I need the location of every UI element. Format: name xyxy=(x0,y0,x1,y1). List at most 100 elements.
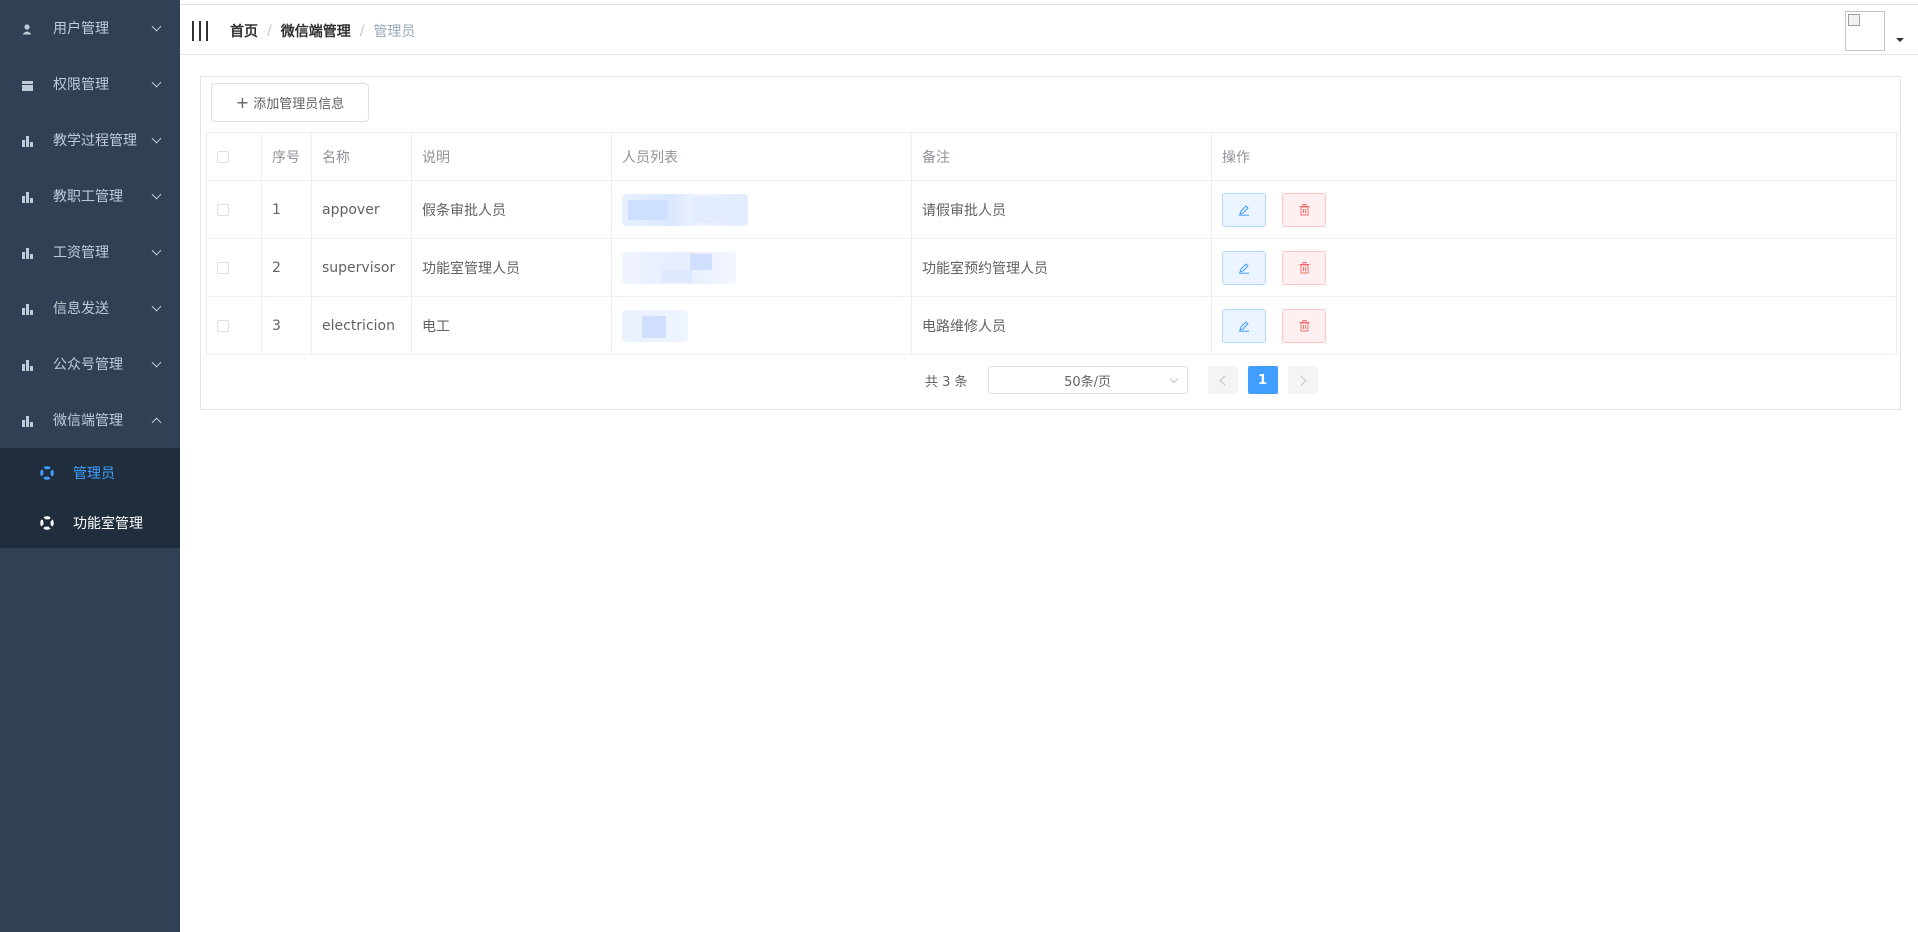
plus-icon: + xyxy=(235,92,250,112)
edit-icon xyxy=(1239,204,1249,216)
column-header: 备注 xyxy=(911,132,1212,181)
name-cell: appover xyxy=(311,180,412,239)
sidebar-item-wechat-management[interactable]: 微信端管理 xyxy=(0,392,180,448)
breadcrumb-wechat-management[interactable]: 微信端管理 xyxy=(281,21,351,41)
row-checkbox[interactable] xyxy=(217,319,229,332)
sidebar-item-label: 信息发送 xyxy=(53,301,109,317)
member-list-cell xyxy=(611,180,912,239)
table-icon xyxy=(20,77,34,91)
table-row: 3 electricion 电工 电路维修人员 xyxy=(206,296,1897,355)
chart-icon xyxy=(20,133,34,147)
sidebar-item-salary-management[interactable]: 工资管理 xyxy=(0,224,180,280)
chevron-down-icon xyxy=(151,189,162,200)
desc-cell: 假条审批人员 xyxy=(411,180,612,239)
broken-image-icon xyxy=(1848,14,1860,26)
edit-button[interactable] xyxy=(1222,308,1266,343)
select-cell xyxy=(206,296,262,355)
row-checkbox[interactable] xyxy=(217,203,229,216)
sidebar-item-permission-management[interactable]: 权限管理 xyxy=(0,56,180,112)
chevron-down-icon xyxy=(151,245,162,256)
delete-button[interactable] xyxy=(1282,192,1327,227)
sidebar-item-label: 用户管理 xyxy=(53,21,109,37)
page-number-button[interactable]: 1 xyxy=(1247,366,1278,394)
member-tags-blurred xyxy=(622,251,736,284)
chart-icon xyxy=(20,189,34,203)
operation-cell xyxy=(1211,180,1897,239)
caret-down-icon[interactable] xyxy=(1896,38,1904,42)
chevron-up-icon xyxy=(151,417,162,428)
edit-button[interactable] xyxy=(1222,250,1266,285)
sidebar-item-message-sending[interactable]: 信息发送 xyxy=(0,280,180,336)
sidebar-submenu: 管理员 功能室管理 xyxy=(0,448,180,548)
operation-cell xyxy=(1211,296,1897,355)
desc-cell: 功能室管理人员 xyxy=(411,238,612,297)
chevron-down-icon xyxy=(1169,374,1178,384)
column-header: 操作 xyxy=(1211,132,1897,181)
sidebar-subitem-label: 管理员 xyxy=(73,466,115,482)
chevron-down-icon xyxy=(151,301,162,312)
add-admin-button[interactable]: + 添加管理员信息 xyxy=(211,83,369,122)
delete-button[interactable] xyxy=(1282,250,1327,285)
hamburger-icon[interactable] xyxy=(192,21,208,41)
table-row: 2 supervisor 功能室管理人员 功能室预约管理人员 xyxy=(206,238,1897,297)
pagination-total: 共 3 条 xyxy=(925,374,968,390)
chevron-down-icon xyxy=(151,133,162,144)
member-list-cell xyxy=(611,238,912,297)
table-header-row: 序号 名称 说明 人员列表 备注 操作 xyxy=(206,132,1897,181)
sidebar-subitem-admin[interactable]: 管理员 xyxy=(0,448,180,498)
index-cell: 3 xyxy=(261,296,312,355)
row-checkbox[interactable] xyxy=(217,261,229,274)
trash-icon xyxy=(1299,203,1310,215)
admin-table: 序号 名称 说明 人员列表 备注 操作 1 appover 假条审批人员 请假审… xyxy=(206,132,1897,355)
lifebuoy-icon xyxy=(40,466,54,480)
next-page-button[interactable] xyxy=(1287,366,1318,394)
page-size-value: 50条/页 xyxy=(1064,374,1112,390)
breadcrumb-separator: / xyxy=(359,23,365,39)
member-tags-blurred xyxy=(622,193,748,226)
trash-icon xyxy=(1299,319,1310,331)
pagination: 共 3 条 50条/页 1 xyxy=(925,366,1328,394)
user-icon xyxy=(20,21,34,35)
edit-icon xyxy=(1239,262,1249,274)
select-cell xyxy=(206,180,262,239)
index-cell: 2 xyxy=(261,238,312,297)
name-cell: electricion xyxy=(311,296,412,355)
column-header: 序号 xyxy=(261,132,312,181)
edit-button[interactable] xyxy=(1222,192,1266,227)
sidebar-item-label: 教学过程管理 xyxy=(53,133,137,149)
lifebuoy-icon xyxy=(40,516,54,530)
column-header: 名称 xyxy=(311,132,412,181)
chart-icon xyxy=(20,301,34,315)
sidebar-item-teaching-process[interactable]: 教学过程管理 xyxy=(0,112,180,168)
operation-cell xyxy=(1211,238,1897,297)
column-header: 说明 xyxy=(411,132,612,181)
sidebar-item-official-account[interactable]: 公众号管理 xyxy=(0,336,180,392)
sidebar-item-staff-management[interactable]: 教职工管理 xyxy=(0,168,180,224)
index-cell: 1 xyxy=(261,180,312,239)
sidebar-item-user-management[interactable]: 用户管理 xyxy=(0,0,180,56)
remark-cell: 功能室预约管理人员 xyxy=(911,238,1212,297)
trash-icon xyxy=(1299,261,1310,273)
sidebar-item-label: 微信端管理 xyxy=(53,413,123,429)
sidebar-subitem-room-management[interactable]: 功能室管理 xyxy=(0,498,180,548)
delete-button[interactable] xyxy=(1282,308,1327,343)
table-row: 1 appover 假条审批人员 请假审批人员 xyxy=(206,180,1897,239)
page-size-select[interactable]: 50条/页 xyxy=(987,366,1188,394)
sidebar-item-label: 教职工管理 xyxy=(53,189,123,205)
add-admin-label: 添加管理员信息 xyxy=(253,97,345,112)
avatar[interactable] xyxy=(1845,11,1885,51)
name-cell: supervisor xyxy=(311,238,412,297)
chevron-right-icon xyxy=(1296,375,1306,385)
chart-icon xyxy=(20,357,34,371)
prev-page-button[interactable] xyxy=(1207,366,1238,394)
chevron-down-icon xyxy=(151,21,162,32)
chart-icon xyxy=(20,245,34,259)
column-header: 人员列表 xyxy=(611,132,912,181)
sidebar-item-label: 工资管理 xyxy=(53,245,109,261)
select-cell xyxy=(206,238,262,297)
chevron-down-icon xyxy=(151,357,162,368)
admin-card: + 添加管理员信息 序号 名称 说明 人员列表 备注 操作 1 appover … xyxy=(200,76,1901,410)
select-all-cell xyxy=(206,132,262,181)
select-all-checkbox[interactable] xyxy=(217,150,229,163)
breadcrumb-home[interactable]: 首页 xyxy=(230,21,258,41)
